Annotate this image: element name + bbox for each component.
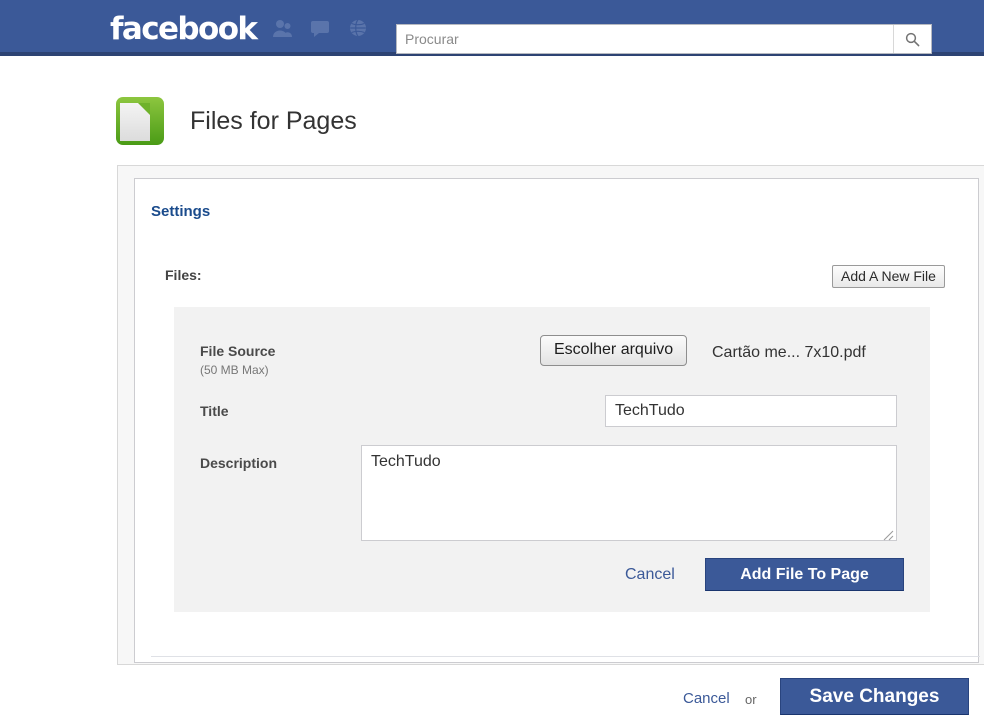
panel-divider bbox=[151, 656, 980, 657]
save-changes-button[interactable]: Save Changes bbox=[780, 678, 969, 715]
settings-panel: Settings Files: Add A New File File Sour… bbox=[134, 178, 980, 663]
facebook-logo[interactable]: facebook bbox=[110, 14, 258, 45]
file-entry-form: File Source (50 MB Max) Escolher arquivo… bbox=[174, 307, 930, 612]
friends-icon[interactable] bbox=[271, 18, 293, 38]
add-a-new-file-button[interactable]: Add A New File bbox=[832, 265, 945, 288]
description-label: Description bbox=[200, 455, 278, 471]
description-input[interactable]: TechTudo bbox=[361, 445, 897, 541]
choose-file-button[interactable]: Escolher arquivo bbox=[540, 335, 688, 366]
search-input[interactable] bbox=[397, 25, 895, 53]
title-input[interactable] bbox=[605, 395, 897, 427]
app-title-row: Files for Pages bbox=[116, 96, 357, 146]
files-label: Files: bbox=[165, 267, 202, 283]
messages-icon[interactable] bbox=[309, 18, 331, 38]
file-source-label: File Source bbox=[200, 343, 276, 359]
header-inner: facebook bbox=[0, 0, 984, 56]
search-icon bbox=[905, 32, 920, 46]
add-file-to-page-button[interactable]: Add File To Page bbox=[705, 558, 904, 591]
file-source-note: (50 MB Max) bbox=[200, 363, 269, 377]
facebook-header-bar: facebook bbox=[0, 0, 984, 56]
search-button[interactable] bbox=[893, 25, 931, 53]
page-title: Files for Pages bbox=[190, 106, 357, 135]
footer-or-label: or bbox=[745, 692, 757, 707]
green-document-icon bbox=[116, 97, 164, 145]
form-cancel-link[interactable]: Cancel bbox=[625, 566, 675, 584]
globe-icon[interactable] bbox=[347, 18, 369, 38]
title-label: Title bbox=[200, 403, 229, 419]
settings-heading: Settings bbox=[151, 203, 211, 220]
app-canvas: Settings Files: Add A New File File Sour… bbox=[117, 165, 984, 665]
search-box[interactable] bbox=[396, 24, 932, 54]
footer-cancel-link[interactable]: Cancel bbox=[683, 690, 730, 707]
chosen-file-name: Cartão me... 7x10.pdf bbox=[712, 344, 866, 361]
